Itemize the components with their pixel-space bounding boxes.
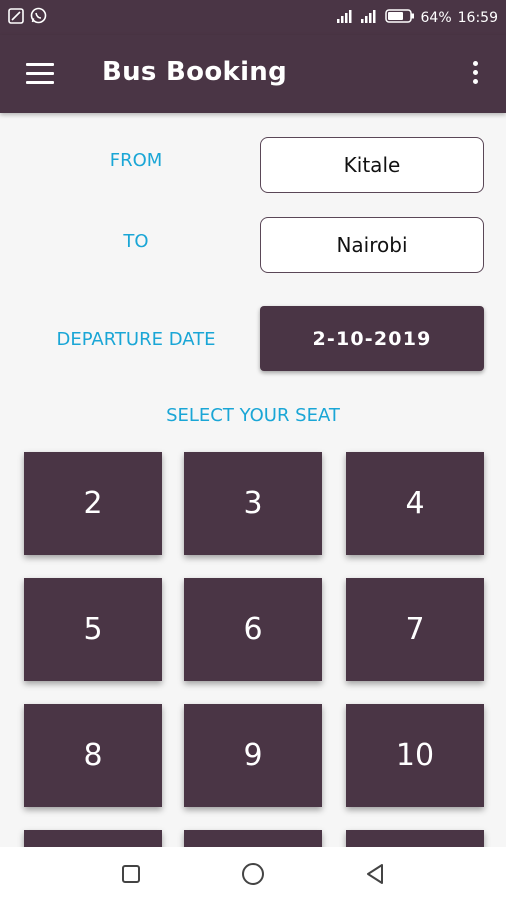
seat-button[interactable]: 8 xyxy=(24,704,162,807)
signal-icon xyxy=(360,9,379,27)
home-circle-icon[interactable] xyxy=(238,859,268,889)
back-triangle-icon[interactable] xyxy=(360,859,390,889)
battery-icon xyxy=(384,8,415,27)
clock: 16:59 xyxy=(457,9,498,26)
seat-button[interactable]: 2 xyxy=(24,452,162,555)
to-value: Nairobi xyxy=(336,233,408,257)
seat-button[interactable]: 3 xyxy=(184,452,322,555)
screenshot-icon xyxy=(8,7,24,28)
status-bar: 64% 16:59 xyxy=(0,0,506,35)
seat-button[interactable]: 4 xyxy=(346,452,484,555)
app-title: Bus Booking xyxy=(102,57,288,87)
from-value: Kitale xyxy=(343,153,401,177)
recents-square-icon[interactable] xyxy=(116,859,146,889)
status-bar-left xyxy=(8,7,47,28)
departure-date-button[interactable]: 2-10-2019 xyxy=(260,306,484,371)
overflow-menu-icon[interactable] xyxy=(470,61,480,87)
seat-button[interactable] xyxy=(184,830,322,847)
select-seat-heading: SELECT YOUR SEAT xyxy=(166,405,340,426)
seat-button[interactable]: 5 xyxy=(24,578,162,681)
hamburger-menu-icon[interactable] xyxy=(26,63,54,85)
departure-date-label: DEPARTURE DATE xyxy=(56,329,216,350)
to-label: TO xyxy=(123,231,149,252)
to-field[interactable]: Nairobi xyxy=(260,217,484,273)
seat-button[interactable]: 7 xyxy=(346,578,484,681)
from-field[interactable]: Kitale xyxy=(260,137,484,193)
seat-button[interactable] xyxy=(24,830,162,847)
seat-button[interactable] xyxy=(346,830,484,847)
seat-button[interactable]: 10 xyxy=(346,704,484,807)
from-label: FROM xyxy=(109,150,163,171)
app-bar: Bus Booking xyxy=(0,35,506,113)
whatsapp-icon xyxy=(30,7,47,28)
seat-grid: 2 3 4 5 6 7 8 9 10 xyxy=(0,440,506,847)
seat-button[interactable]: 9 xyxy=(184,704,322,807)
seat-button[interactable]: 6 xyxy=(184,578,322,681)
signal-icon xyxy=(336,9,355,27)
battery-percentage: 64% xyxy=(420,9,452,26)
status-bar-right: 64% 16:59 xyxy=(336,8,498,27)
navigation-bar xyxy=(0,847,506,900)
